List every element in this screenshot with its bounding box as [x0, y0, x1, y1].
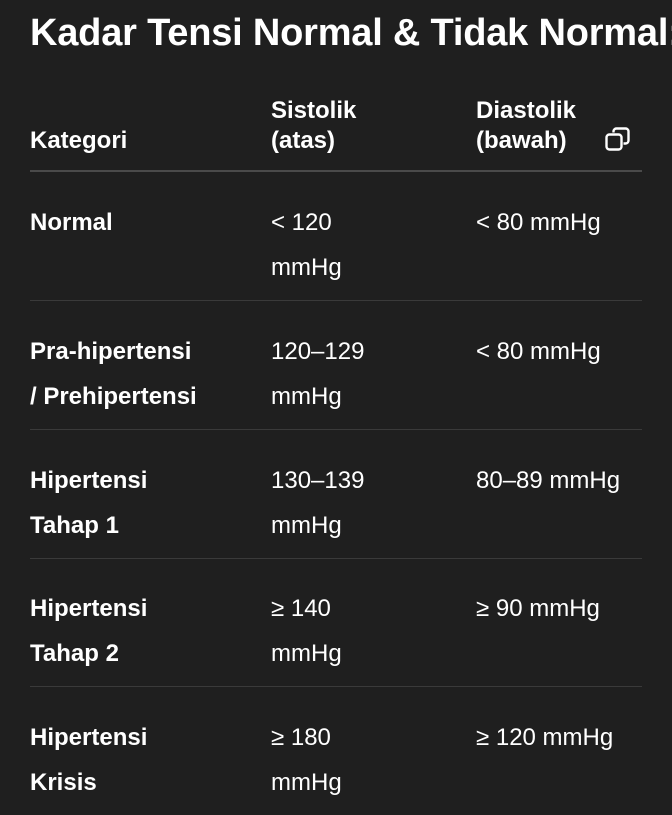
- cell-kategori-line: Hipertensi: [30, 595, 148, 622]
- copy-icon[interactable]: [604, 125, 632, 153]
- page-title: Kadar Tensi Normal & Tidak Normal:: [30, 12, 672, 54]
- cell-sistolik-line: ≥ 180: [271, 724, 331, 751]
- cell-sistolik-line: mmHg: [271, 640, 342, 667]
- table-row: Pra-hipertensi / Prehipertensi 120–129 mmHg…: [30, 301, 642, 430]
- cell-sistolik-line: 120–129: [271, 338, 365, 365]
- cell-diastolik-line: < 80 mmHg: [476, 209, 601, 236]
- header-diastolik-line1: Diastolik: [476, 97, 577, 124]
- cell-diastolik: 80–89 mmHg: [476, 458, 646, 503]
- cell-kategori: Hipertensi Tahap 1: [30, 458, 255, 548]
- header-sistolik: Sistolik (atas): [271, 96, 356, 156]
- cell-kategori-line: Tahap 2: [30, 640, 119, 667]
- cell-sistolik: ≥ 180 mmHg: [271, 715, 421, 805]
- cell-kategori: Pra-hipertensi / Prehipertensi: [30, 329, 255, 419]
- header-diastolik: Diastolik (bawah): [476, 96, 576, 156]
- cell-diastolik-line: 80–89 mmHg: [476, 467, 621, 494]
- cell-sistolik-line: mmHg: [271, 512, 342, 539]
- cell-diastolik: < 80 mmHg: [476, 200, 646, 245]
- cell-diastolik-line: ≥ 120 mmHg: [476, 724, 614, 751]
- cell-kategori-line: Hipertensi: [30, 724, 148, 751]
- cell-kategori: Hipertensi Krisis: [30, 715, 255, 805]
- cell-sistolik-line: mmHg: [271, 769, 342, 796]
- header-diastolik-line2: (bawah): [476, 127, 567, 154]
- cell-sistolik: 120–129 mmHg: [271, 329, 421, 419]
- cell-diastolik: ≥ 120 mmHg: [476, 715, 646, 760]
- cell-sistolik-line: 130–139: [271, 467, 365, 494]
- cell-diastolik-line: ≥ 90 mmHg: [476, 595, 600, 622]
- cell-kategori-line: Tahap 1: [30, 512, 119, 539]
- cell-diastolik: ≥ 90 mmHg: [476, 586, 646, 631]
- cell-sistolik: ≥ 140 mmHg: [271, 586, 421, 676]
- cell-kategori-line: / Prehipertensi: [30, 383, 197, 410]
- cell-sistolik-line: mmHg: [271, 383, 342, 410]
- table-row: Hipertensi Tahap 1 130–139 mmHg 80–89 mmHg: [30, 430, 642, 559]
- header-sistolik-line2: (atas): [271, 127, 336, 154]
- cell-sistolik: < 120 mmHg: [271, 200, 421, 290]
- table-row: Normal < 120 mmHg < 80 mmHg: [30, 172, 642, 301]
- header-sistolik-line1: Sistolik: [271, 97, 357, 124]
- header-kategori: Kategori: [30, 127, 128, 154]
- cell-kategori: Hipertensi Tahap 2: [30, 586, 255, 676]
- cell-sistolik-line: < 120: [271, 209, 332, 236]
- cell-sistolik-line: ≥ 140: [271, 595, 331, 622]
- cell-sistolik-line: mmHg: [271, 254, 342, 281]
- cell-diastolik: < 80 mmHg: [476, 329, 646, 374]
- table-header: Kategori Sistolik (atas) Diastolik (bawa…: [30, 92, 642, 172]
- table-row: Hipertensi Tahap 2 ≥ 140 mmHg ≥ 90 mmHg: [30, 558, 642, 687]
- cell-kategori-line: Krisis: [30, 769, 97, 796]
- cell-sistolik: 130–139 mmHg: [271, 458, 421, 548]
- cell-kategori-line: Hipertensi: [30, 467, 148, 494]
- cell-kategori-line: Pra-hipertensi: [30, 338, 192, 365]
- cell-kategori-line: Normal: [30, 209, 113, 236]
- cell-diastolik-line: < 80 mmHg: [476, 338, 601, 365]
- cell-kategori: Normal: [30, 200, 255, 245]
